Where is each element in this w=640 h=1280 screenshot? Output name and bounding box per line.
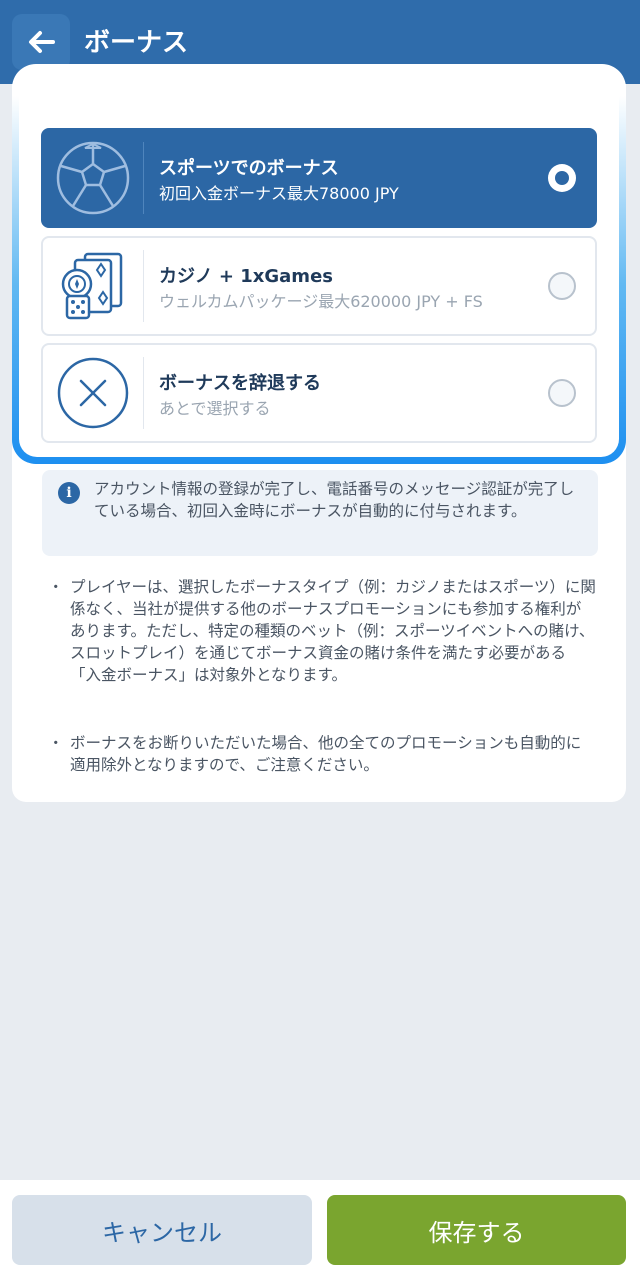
note-text: ボーナスをお断りいただいた場合、他の全てのプロモーションも自動的に適用除外となり… [70, 734, 582, 774]
info-box: i アカウント情報の登録が完了し、電話番号のメッセージ認証が完了している場合、初… [42, 470, 598, 556]
back-button[interactable] [12, 14, 70, 70]
note-text: プレイヤーは、選択したボーナスタイプ（例：カジノまたはスポーツ）に関係なく、当社… [70, 578, 596, 684]
cancel-button[interactable]: キャンセル [12, 1195, 312, 1265]
save-button[interactable]: 保存する [327, 1195, 626, 1265]
option-title: ボーナスを辞退する [159, 373, 321, 394]
note-item: ・ プレイヤーは、選択したボーナスタイプ（例：カジノまたはスポーツ）に関係なく、… [48, 576, 596, 686]
bullet-dot: ・ [48, 578, 64, 596]
info-text: アカウント情報の登録が完了し、電話番号のメッセージ認証が完了している場合、初回入… [94, 480, 575, 520]
info-icon: i [58, 482, 80, 504]
option-subtitle: 初回入金ボーナス最大78000 JPY [159, 184, 399, 203]
radio-button[interactable] [548, 272, 576, 300]
option-title: スポーツでのボーナス [159, 158, 339, 179]
bonus-option-decline[interactable]: ボーナスを辞退する あとで選択する [41, 343, 597, 443]
note-item: ・ ボーナスをお断りいただいた場合、他の全てのプロモーションも自動的に適用除外と… [48, 732, 596, 776]
option-title: カジノ + 1xGames [159, 266, 333, 287]
soccer-ball-icon [53, 140, 133, 216]
decline-x-icon [53, 355, 133, 431]
bullet-dot: ・ [48, 734, 64, 752]
casino-cards-icon [53, 248, 133, 324]
option-subtitle: ウェルカムパッケージ最大620000 JPY + FS [159, 292, 483, 311]
radio-button-selected[interactable] [548, 164, 576, 192]
radio-button[interactable] [548, 379, 576, 407]
option-subtitle: あとで選択する [159, 399, 271, 418]
bonus-option-casino[interactable]: カジノ + 1xGames ウェルカムパッケージ最大620000 JPY + F… [41, 236, 597, 336]
arrow-left-icon [29, 31, 55, 53]
page-title: ボーナス [84, 28, 189, 58]
bonus-option-sports[interactable]: スポーツでのボーナス 初回入金ボーナス最大78000 JPY [41, 128, 597, 228]
